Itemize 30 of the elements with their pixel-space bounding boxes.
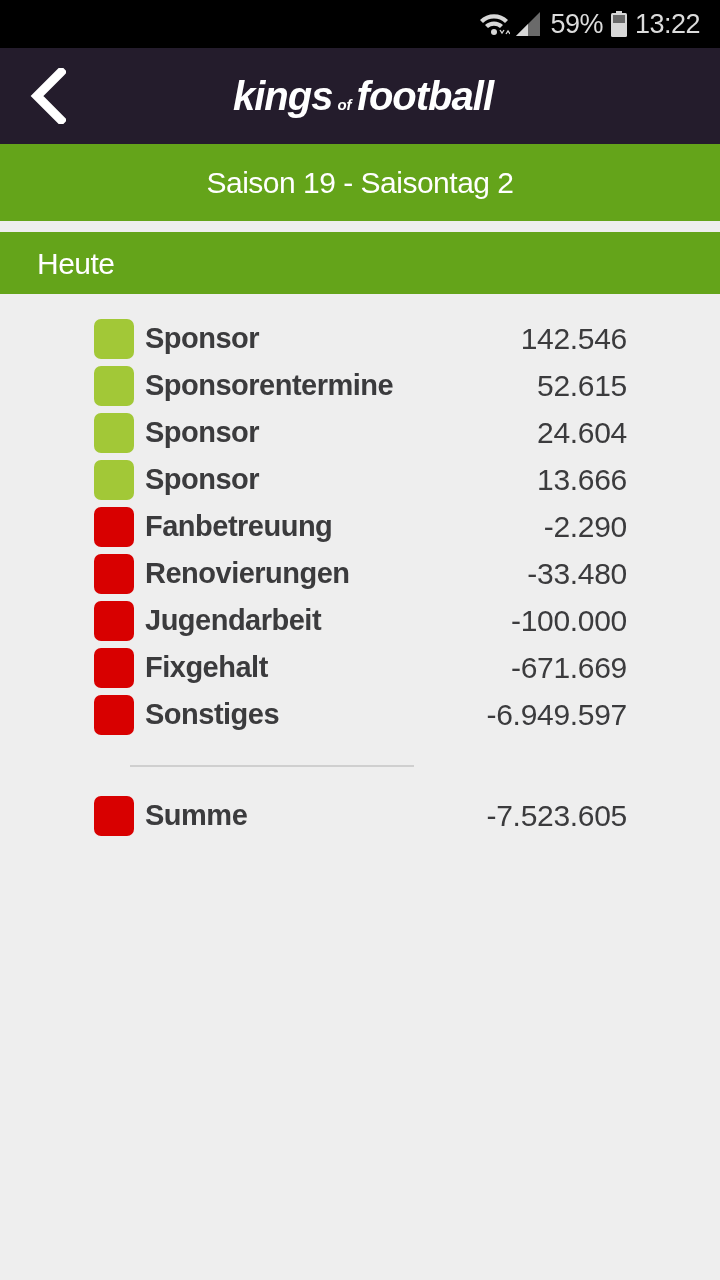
signal-icon: [516, 12, 541, 36]
entry-label: Renovierungen: [145, 555, 350, 591]
entry-value: -2.290: [543, 509, 627, 545]
entry-value: -7.523.605: [486, 798, 627, 834]
entry-label: Jugendarbeit: [145, 602, 322, 638]
entry-label: Sonstiges: [145, 696, 280, 732]
entry-label: Sponsor: [145, 320, 260, 356]
entry-label: Fanbetreuung: [145, 508, 333, 544]
entry-value: 13.666: [537, 462, 627, 498]
season-title: Saison 19 - Saisontag 2: [206, 165, 514, 201]
wifi-icon: [478, 12, 511, 36]
entry-label: Fixgehalt: [145, 649, 268, 685]
entry-label: Sponsor: [145, 414, 260, 450]
back-chevron-icon: [28, 68, 66, 124]
entry-value: -671.669: [510, 650, 627, 686]
battery-icon: [610, 11, 627, 37]
back-button[interactable]: [28, 68, 66, 124]
section-title: Heute: [37, 245, 115, 282]
entry-label: Sponsorentermine: [145, 367, 394, 403]
entry-label: Sponsor: [145, 461, 260, 497]
entry-label: Summe: [145, 797, 248, 833]
entry-value: 52.615: [537, 368, 627, 404]
entry-value: -6.949.597: [486, 697, 627, 733]
entry-value: 142.546: [520, 321, 627, 357]
entry-value: -33.480: [527, 556, 627, 592]
entry-value: -100.000: [510, 603, 627, 639]
clock-time: 13:22: [634, 7, 700, 41]
battery-percentage: 59%: [550, 7, 603, 41]
app-logo: kings of football: [232, 73, 494, 120]
entry-value: 24.604: [537, 415, 627, 451]
